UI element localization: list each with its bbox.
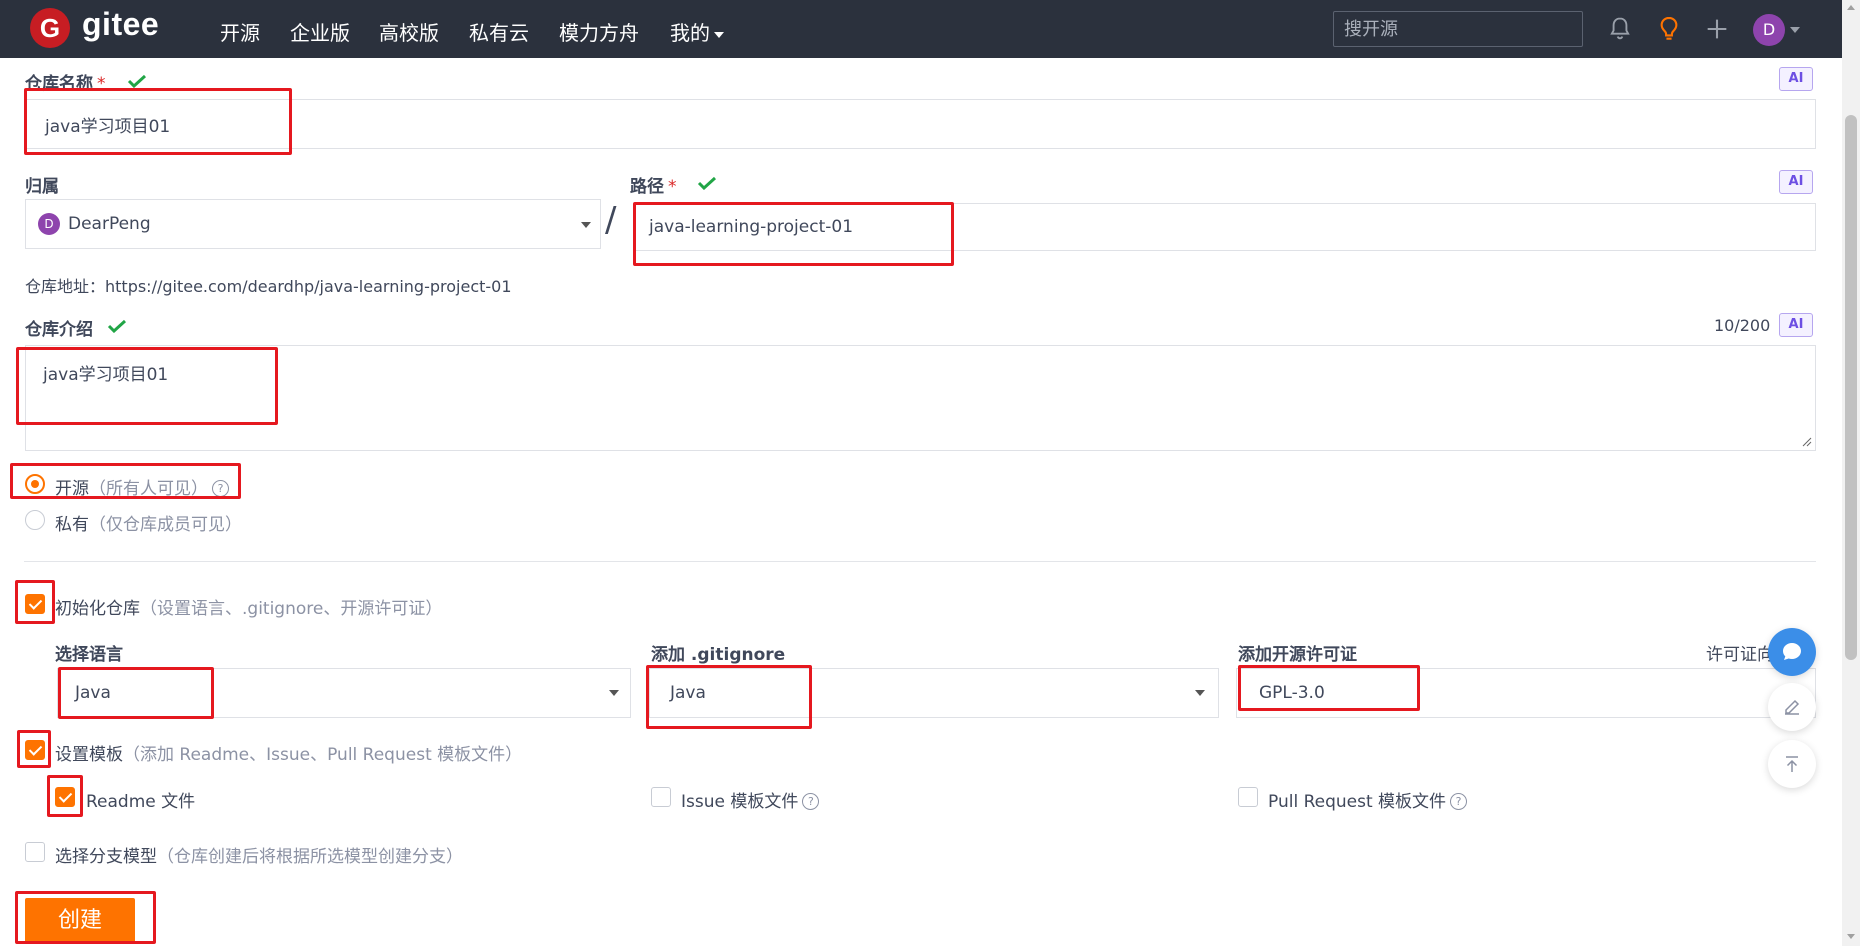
ai-button-intro[interactable]: AI — [1779, 313, 1813, 337]
license-select[interactable]: GPL-3.0 — [1236, 668, 1816, 718]
path-value: java-learning-project-01 — [649, 217, 854, 237]
check-icon — [127, 74, 147, 88]
branch-model-checkbox[interactable] — [25, 842, 45, 862]
bell-icon[interactable] — [1606, 15, 1634, 43]
intro-textarea[interactable]: java学习项目01 — [25, 345, 1816, 451]
nav-item-private-cloud[interactable]: 私有云 — [469, 17, 529, 46]
owner-avatar: D — [38, 213, 60, 235]
private-option[interactable]: 私有（仅仓库成员可见） — [55, 510, 242, 535]
required-mark: * — [668, 177, 677, 197]
issue-template-checkbox[interactable] — [651, 787, 671, 807]
top-navbar: G gitee 开源 企业版 高校版 私有云 模力方舟 我的 D — [0, 0, 1842, 58]
chevron-down-icon[interactable] — [1195, 690, 1205, 696]
scroll-down-icon[interactable] — [1847, 934, 1855, 939]
nav-item-enterprise[interactable]: 企业版 — [290, 17, 350, 46]
language-select[interactable]: Java — [57, 668, 631, 718]
license-value: GPL-3.0 — [1259, 683, 1325, 703]
chevron-down-icon[interactable] — [609, 690, 619, 696]
scroll-up-icon[interactable] — [1847, 5, 1855, 10]
template-option[interactable]: 设置模板（添加 Readme、Issue、Pull Request 模板文件） — [55, 740, 522, 765]
intro-label: 仓库介绍 — [25, 320, 93, 340]
private-radio[interactable] — [25, 510, 45, 530]
gitee-logo-text[interactable]: gitee — [82, 6, 159, 43]
nav-item-moli[interactable]: 模力方舟 — [559, 17, 639, 46]
init-repo-label: 初始化仓库 — [55, 599, 140, 619]
nav-item-education[interactable]: 高校版 — [379, 17, 439, 46]
language-label: 选择语言 — [55, 645, 123, 665]
gitignore-label: 添加 .gitignore — [651, 645, 786, 665]
path-input[interactable]: java-learning-project-01 — [634, 203, 1816, 251]
init-repo-checkbox[interactable] — [25, 594, 45, 614]
repo-name-value: java学习项目01 — [45, 116, 171, 137]
chevron-down-icon — [714, 31, 724, 38]
nav-item-open-source[interactable]: 开源 — [220, 17, 260, 46]
edit-icon — [1785, 699, 1800, 715]
public-option[interactable]: 开源（所有人可见）? — [55, 474, 229, 499]
nav-item-mine-label: 我的 — [670, 21, 710, 45]
intro-value: java学习项目01 — [43, 365, 169, 385]
private-hint: （仅仓库成员可见） — [89, 515, 242, 535]
repo-name-label-text: 仓库名称 — [25, 74, 93, 94]
lightbulb-icon[interactable] — [1655, 15, 1683, 43]
required-mark: * — [97, 74, 106, 94]
search-input[interactable] — [1333, 11, 1583, 47]
path-separator: / — [605, 200, 617, 240]
chevron-down-icon[interactable] — [1790, 27, 1800, 33]
pr-template-option[interactable]: Pull Request 模板文件? — [1268, 787, 1468, 812]
path-label: 路径 * — [630, 172, 677, 197]
readme-checkbox[interactable] — [55, 787, 75, 807]
template-hint: （添加 Readme、Issue、Pull Request 模板文件） — [123, 745, 523, 765]
readme-label[interactable]: Readme 文件 — [86, 787, 195, 812]
back-to-top-button[interactable] — [1768, 740, 1816, 788]
scrollbar-thumb[interactable] — [1845, 115, 1857, 660]
branch-model-label: 选择分支模型 — [55, 847, 157, 867]
path-label-text: 路径 — [630, 177, 664, 197]
language-value: Java — [75, 683, 111, 703]
owner-select[interactable]: D DearPeng — [25, 199, 601, 249]
page-scrollbar[interactable] — [1842, 0, 1860, 946]
check-icon — [697, 176, 717, 190]
gitee-logo-icon[interactable]: G — [30, 8, 70, 48]
repo-name-label: 仓库名称 * — [25, 69, 106, 94]
repo-name-input[interactable]: java学习项目01 — [25, 99, 1816, 149]
owner-value: DearPeng — [68, 214, 151, 234]
nav-item-mine[interactable]: 我的 — [670, 17, 724, 46]
template-checkbox[interactable] — [25, 740, 45, 760]
ai-button-path[interactable]: AI — [1779, 170, 1813, 194]
owner-label: 归属 — [25, 177, 59, 197]
user-avatar[interactable]: D — [1753, 14, 1785, 46]
chevron-down-icon[interactable] — [581, 222, 591, 228]
check-icon — [107, 319, 127, 333]
chat-bubble-icon — [1783, 643, 1801, 660]
branch-model-option[interactable]: 选择分支模型（仓库创建后将根据所选模型创建分支） — [55, 842, 463, 867]
repo-url: 仓库地址：https://gitee.com/deardhp/java-lear… — [25, 277, 512, 296]
assistant-float-button[interactable] — [1768, 628, 1816, 676]
arrow-up-icon — [1786, 756, 1798, 772]
branch-model-hint: （仓库创建后将根据所选模型创建分支） — [157, 847, 463, 867]
init-repo-option[interactable]: 初始化仓库（设置语言、.gitignore、开源许可证） — [55, 594, 442, 619]
pr-template-checkbox[interactable] — [1238, 787, 1258, 807]
pr-template-label: Pull Request 模板文件 — [1268, 792, 1447, 812]
section-divider — [24, 561, 1816, 562]
license-label: 添加开源许可证 — [1238, 645, 1357, 665]
init-repo-hint: （设置语言、.gitignore、开源许可证） — [140, 599, 443, 619]
template-label: 设置模板 — [55, 745, 123, 765]
ai-button-repo-name[interactable]: AI — [1779, 67, 1813, 91]
issue-template-option[interactable]: Issue 模板文件? — [681, 787, 820, 812]
public-hint: （所有人可见） — [89, 479, 208, 499]
private-label: 私有 — [55, 515, 89, 535]
resize-handle-icon[interactable] — [1802, 437, 1812, 447]
gitignore-value: Java — [670, 683, 706, 703]
plus-icon[interactable] — [1703, 15, 1731, 43]
issue-template-label: Issue 模板文件 — [681, 792, 799, 812]
create-button[interactable]: 创建 — [25, 898, 135, 944]
help-icon[interactable]: ? — [212, 480, 229, 497]
gitignore-select[interactable]: Java — [649, 668, 1219, 718]
public-radio[interactable] — [25, 474, 45, 494]
public-label: 开源 — [55, 479, 89, 499]
help-icon[interactable]: ? — [802, 793, 820, 810]
help-icon[interactable]: ? — [1450, 793, 1468, 810]
intro-char-count: 10/200 — [1714, 316, 1771, 335]
feedback-float-button[interactable] — [1768, 683, 1816, 731]
